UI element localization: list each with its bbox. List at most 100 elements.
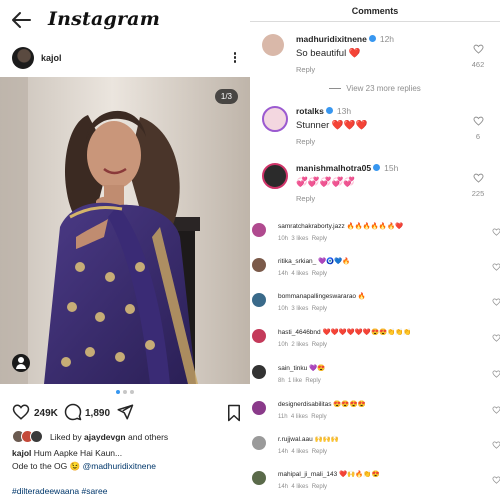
- comment-username[interactable]: manishmalhotra05 15h: [296, 163, 398, 173]
- likes-count: 249K: [34, 408, 58, 419]
- comment-text: ❤️🙌🔥👏😍: [339, 471, 380, 478]
- comment-heart-icon[interactable]: [473, 44, 484, 54]
- reply-link[interactable]: Reply: [296, 194, 315, 203]
- comment-time: 10h: [278, 342, 289, 348]
- comment-heart-icon[interactable]: [492, 298, 500, 306]
- avatar[interactable]: [252, 223, 266, 237]
- comment-username[interactable]: bommanapallingeswararao: [278, 293, 356, 300]
- comment-username-text[interactable]: rotalks: [296, 106, 324, 116]
- comment-heart-icon[interactable]: [492, 476, 500, 484]
- comment-meta: 14h 4 likes Reply: [278, 271, 327, 277]
- comment-likes[interactable]: 4 likes: [291, 271, 308, 277]
- reply-link[interactable]: Reply: [305, 378, 320, 384]
- comment-time: 13h: [336, 106, 352, 116]
- comment-username[interactable]: sain_tinku: [278, 365, 307, 372]
- comment-username[interactable]: hasti_4646bnd: [278, 329, 321, 336]
- reply-link[interactable]: Reply: [312, 342, 327, 348]
- caption-mention[interactable]: @madhuridixitnene: [83, 461, 156, 471]
- comment-item: mahipal_ji_mali_143 ❤️🙌🔥👏😍 14h 4 likes R…: [250, 470, 500, 494]
- caption-text: Hum Aapke Hai Kaun...: [33, 448, 123, 458]
- reply-link[interactable]: Reply: [312, 306, 327, 312]
- comment-likes[interactable]: 4 likes: [291, 449, 308, 455]
- reply-link[interactable]: Reply: [312, 484, 327, 490]
- liked-by-row: Liked by ajaydevgn and others: [12, 430, 242, 446]
- more-options-icon[interactable]: [232, 51, 238, 67]
- comment-username[interactable]: designerdisabilitas: [278, 401, 331, 408]
- comment-username[interactable]: mahipal_ji_mali_143: [278, 471, 337, 478]
- comment-username[interactable]: madhuridixitnene 12h: [296, 34, 394, 44]
- comment-username[interactable]: rotalks 13h: [296, 106, 351, 116]
- reply-link[interactable]: Reply: [296, 65, 315, 74]
- comment-heart-icon[interactable]: [492, 406, 500, 414]
- avatar[interactable]: [12, 47, 34, 69]
- avatar[interactable]: [252, 258, 266, 272]
- avatar[interactable]: [252, 436, 266, 450]
- avatar[interactable]: [252, 293, 266, 307]
- comment-item: madhuridixitnene 12h So beautiful ❤️ Repl…: [250, 34, 500, 79]
- like-button[interactable]: 249K: [12, 403, 58, 423]
- bookmark-icon[interactable]: [226, 404, 242, 422]
- liked-by-prefix: Liked by: [50, 432, 82, 442]
- comments-count: 1,890: [85, 408, 111, 419]
- liked-by-user[interactable]: ajaydevgn: [84, 432, 126, 442]
- tagged-user-icon[interactable]: [12, 354, 30, 372]
- avatar[interactable]: [252, 329, 266, 343]
- comment-like-count: 225: [471, 189, 485, 198]
- comment-time: 14h: [278, 449, 289, 455]
- avatar[interactable]: [252, 471, 266, 485]
- comment-likes[interactable]: 4 likes: [291, 484, 308, 490]
- avatar[interactable]: [262, 106, 288, 132]
- liked-by-suffix[interactable]: and others: [128, 432, 168, 442]
- hashtags[interactable]: #dilteradeewaana #saree: [12, 486, 107, 496]
- back-arrow-icon[interactable]: [10, 10, 32, 30]
- comment-username-text[interactable]: madhuridixitnene: [296, 34, 367, 44]
- carousel-dots: [0, 390, 250, 396]
- comment-username[interactable]: ritika_srkian_: [278, 258, 316, 265]
- comments-header: Comments: [250, 0, 500, 22]
- comment-username[interactable]: r.rujjwal.aau: [278, 436, 313, 443]
- post-username[interactable]: kajol: [41, 53, 62, 63]
- comment-heart-icon[interactable]: [492, 370, 500, 378]
- comment-meta: 10h 2 likes Reply: [278, 342, 327, 348]
- share-icon: [117, 404, 134, 420]
- comment-button[interactable]: 1,890: [64, 403, 110, 423]
- reply-link[interactable]: Reply: [312, 449, 327, 455]
- reply-link[interactable]: Reply: [312, 236, 327, 242]
- comment-username[interactable]: samratchakraborty.jazz: [278, 223, 345, 230]
- comment-likes[interactable]: 1 like: [288, 378, 302, 384]
- comment-line: bommanapallingeswararao 🔥: [278, 292, 366, 300]
- reply-link[interactable]: Reply: [311, 414, 326, 420]
- avatar[interactable]: [252, 365, 266, 379]
- comment-heart-icon[interactable]: [473, 173, 484, 183]
- comment-time: 10h: [278, 236, 289, 242]
- comment-item: r.rujjwal.aau 🙌🙌🙌 14h 4 likes Reply: [250, 435, 500, 459]
- post-image[interactable]: 1/3: [0, 77, 250, 384]
- caption-username[interactable]: kajol: [12, 448, 31, 458]
- comment-heart-icon[interactable]: [492, 228, 500, 236]
- comment-item: ritika_srkian_ 💜🧿💙🔥 14h 4 likes Reply: [250, 257, 500, 281]
- comment-heart-icon[interactable]: [473, 116, 484, 126]
- avatar[interactable]: [252, 401, 266, 415]
- comment-likes[interactable]: 3 likes: [291, 236, 308, 242]
- comment-heart-icon[interactable]: [492, 263, 500, 271]
- comment-line: hasti_4646bnd ❤️❤️❤️❤️❤️❤️😍😍👏👏👏: [278, 328, 412, 336]
- carousel-dot: [130, 390, 134, 394]
- comment-icon: [64, 403, 82, 421]
- share-button[interactable]: [116, 403, 134, 423]
- view-more-text[interactable]: View 23 more replies: [346, 84, 421, 93]
- avatar[interactable]: [262, 34, 284, 56]
- comment-line: r.rujjwal.aau 🙌🙌🙌: [278, 435, 339, 443]
- comment-likes[interactable]: 4 likes: [291, 414, 308, 420]
- comment-likes[interactable]: 3 likes: [291, 306, 308, 312]
- heart-icon: [12, 404, 30, 420]
- comment-username-text[interactable]: manishmalhotra05: [296, 163, 371, 173]
- view-more-replies[interactable]: View 23 more replies: [250, 84, 500, 93]
- comment-heart-icon[interactable]: [492, 441, 500, 449]
- comment-meta: 14h 4 likes Reply: [278, 484, 327, 490]
- comment-heart-icon[interactable]: [492, 334, 500, 342]
- avatar[interactable]: [262, 163, 288, 189]
- comment-text: 💜🧿💙🔥: [318, 258, 351, 265]
- comment-likes[interactable]: 2 likes: [291, 342, 308, 348]
- reply-link[interactable]: Reply: [312, 271, 327, 277]
- reply-link[interactable]: Reply: [296, 137, 315, 146]
